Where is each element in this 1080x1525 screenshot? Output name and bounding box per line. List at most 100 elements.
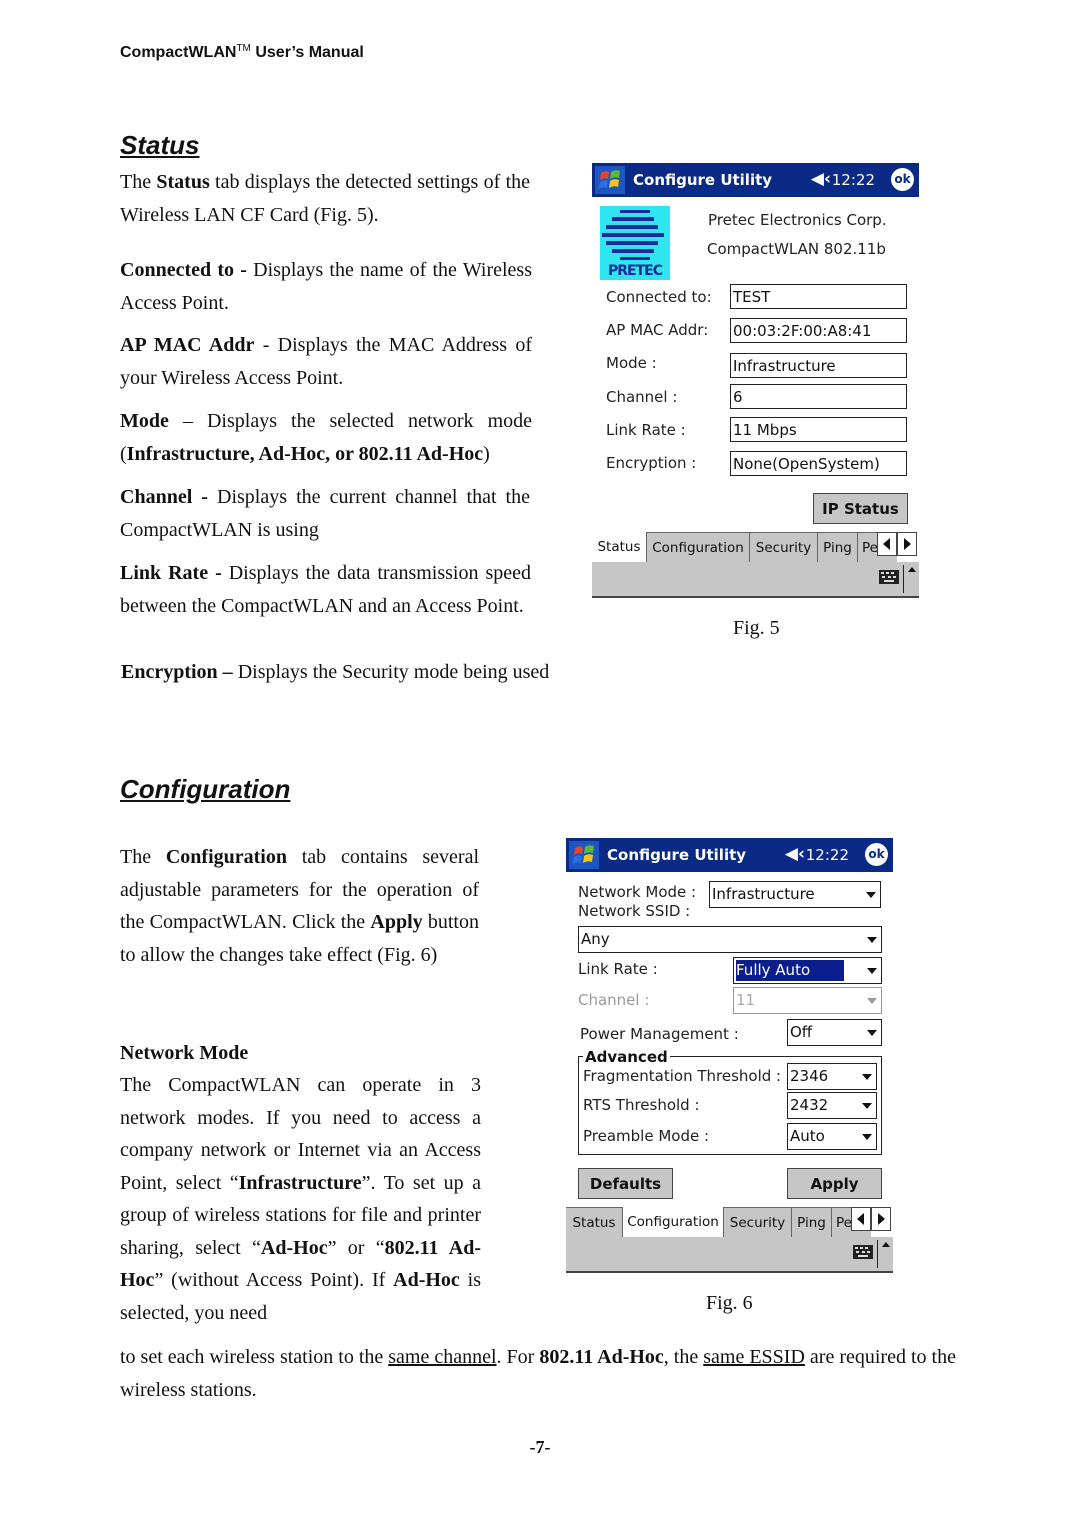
tab-ping[interactable]: Ping xyxy=(791,1207,831,1237)
bold-text: Ad-Hoc xyxy=(260,1236,328,1259)
link-rate-field: 11 Mbps xyxy=(730,417,907,442)
text: ) xyxy=(483,442,490,465)
term: Link Rate - xyxy=(120,562,222,584)
start-button[interactable] xyxy=(595,166,625,194)
chevron-down-icon xyxy=(862,1134,872,1140)
chevron-down-icon xyxy=(867,1030,877,1036)
fig5-caption: Fig. 5 xyxy=(733,617,780,639)
tab-scroll-right[interactable] xyxy=(871,1207,891,1231)
app-title: Configure Utility xyxy=(633,171,773,189)
fig6-caption: Fig. 6 xyxy=(706,1292,753,1314)
channel-field: 6 xyxy=(730,384,907,409)
command-bar xyxy=(566,1237,893,1273)
encryption-desc: Encryption – Displays the Security mode … xyxy=(121,656,571,689)
channel-label: Channel : xyxy=(578,991,650,1009)
tab-ping[interactable]: Ping xyxy=(817,532,857,562)
clock[interactable]: 12:22 xyxy=(806,846,849,864)
keyboard-icon[interactable] xyxy=(879,570,899,584)
chevron-down-icon xyxy=(867,968,877,974)
apply-button[interactable]: Apply xyxy=(787,1168,882,1199)
command-bar xyxy=(592,562,919,598)
link-rate-label: Link Rate : xyxy=(578,960,658,978)
app-title: Configure Utility xyxy=(607,846,747,864)
mode-field: Infrastructure xyxy=(730,353,907,378)
desc: Displays the Security mode being used xyxy=(232,661,550,683)
mode-desc: Mode – Displays the selected network mod… xyxy=(120,405,532,470)
channel-dropdown[interactable]: 11 xyxy=(733,987,882,1014)
encryption-label: Encryption : xyxy=(606,454,697,472)
ssid-label: Network SSID : xyxy=(578,902,691,920)
dropdown-value: 2432 xyxy=(790,1096,829,1114)
ap-mac-desc: AP MAC Addr - Displays the MAC Address o… xyxy=(120,329,532,394)
text: The xyxy=(120,171,157,193)
connected-to-label: Connected to: xyxy=(606,288,712,306)
dropdown-value: Any xyxy=(581,930,610,948)
configuration-section-title: Configuration xyxy=(120,774,291,804)
ip-status-button[interactable]: IP Status xyxy=(813,493,908,524)
advanced-group-title: Advanced xyxy=(583,1048,670,1066)
status-intro: The Status tab displays the detected set… xyxy=(120,166,530,231)
tab-status[interactable]: Status xyxy=(592,532,646,562)
start-button[interactable] xyxy=(569,841,599,869)
channel-desc: Channel - Displays the current channel t… xyxy=(120,481,530,546)
tab-security[interactable]: Security xyxy=(749,532,817,562)
tab-scroll-left[interactable] xyxy=(877,532,897,556)
speaker-icon[interactable]: ◀‹ xyxy=(811,169,831,189)
tab-scroll-left[interactable] xyxy=(851,1207,871,1231)
tab-configuration[interactable]: Configuration xyxy=(622,1207,723,1237)
network-mode-heading: Network Mode xyxy=(120,1042,249,1064)
page-number: -7- xyxy=(529,1437,551,1457)
header-rest: User’s Manual xyxy=(250,44,364,61)
rts-dropdown[interactable]: 2432 xyxy=(787,1092,877,1119)
tab-security[interactable]: Security xyxy=(723,1207,791,1237)
dropdown-value: Fully Auto xyxy=(736,960,845,981)
chevron-down-icon xyxy=(866,892,876,898)
ssid-dropdown[interactable]: Any xyxy=(578,926,882,953)
defaults-button[interactable]: Defaults xyxy=(578,1168,673,1199)
preamble-dropdown[interactable]: Auto xyxy=(787,1123,877,1150)
term: Mode xyxy=(120,410,169,432)
underlined-text: same channel xyxy=(388,1346,497,1368)
clock[interactable]: 12:22 xyxy=(832,171,875,189)
product-name: CompactWLAN 802.11b xyxy=(707,240,886,258)
text: The xyxy=(120,846,166,868)
text: ” or “ xyxy=(327,1236,385,1259)
power-management-dropdown[interactable]: Off xyxy=(787,1019,882,1046)
network-mode-dropdown[interactable]: Infrastructure xyxy=(709,881,881,908)
keyboard-icon[interactable] xyxy=(853,1245,873,1259)
tab-bar: Status Configuration Security Ping Pe xyxy=(592,532,919,562)
ok-button[interactable]: ok xyxy=(891,168,914,191)
underlined-text: same ESSID xyxy=(703,1346,805,1368)
link-rate-label: Link Rate : xyxy=(606,421,686,439)
fragmentation-dropdown[interactable]: 2346 xyxy=(787,1063,877,1090)
divider xyxy=(877,1240,878,1268)
tab-scroll-right[interactable] xyxy=(897,532,917,556)
pretec-logo-icon xyxy=(602,210,664,260)
ok-button[interactable]: ok xyxy=(865,843,888,866)
bold-text: Ad-Hoc xyxy=(393,1269,460,1291)
configuration-intro: The Configuration tab contains several a… xyxy=(120,841,479,971)
sip-up-arrow-icon[interactable] xyxy=(908,567,916,572)
pretec-logo: PRETEC xyxy=(600,206,670,280)
term: Channel - xyxy=(120,486,208,508)
dropdown-value: Auto xyxy=(790,1127,825,1145)
link-rate-dropdown[interactable]: Fully Auto xyxy=(733,957,882,984)
sip-up-arrow-icon[interactable] xyxy=(882,1242,890,1247)
tab-status[interactable]: Status xyxy=(566,1207,622,1237)
dropdown-value: 2346 xyxy=(790,1067,829,1085)
fig6-screenshot: Configure Utility ◀‹ 12:22 ok Network Mo… xyxy=(566,838,893,1273)
preamble-label: Preamble Mode : xyxy=(583,1127,710,1145)
arrow-right-icon xyxy=(904,538,911,550)
term: AP MAC Addr xyxy=(120,334,255,356)
manual-header: CompactWLANTM User’s Manual xyxy=(120,43,364,62)
tab-configuration[interactable]: Configuration xyxy=(646,532,749,562)
header-title: CompactWLAN xyxy=(120,44,237,61)
divider xyxy=(903,565,904,593)
bold-text: Infrastructure, Ad-Hoc, or 802.11 Ad-Hoc xyxy=(126,442,484,465)
speaker-icon[interactable]: ◀‹ xyxy=(785,844,805,864)
windows-flag-icon xyxy=(573,845,594,864)
connected-to-desc: Connected to - Displays the name of the … xyxy=(120,254,532,319)
network-mode-label: Network Mode : xyxy=(578,883,697,901)
dropdown-value: Off xyxy=(790,1023,813,1041)
connected-to-field: TEST xyxy=(730,284,907,309)
